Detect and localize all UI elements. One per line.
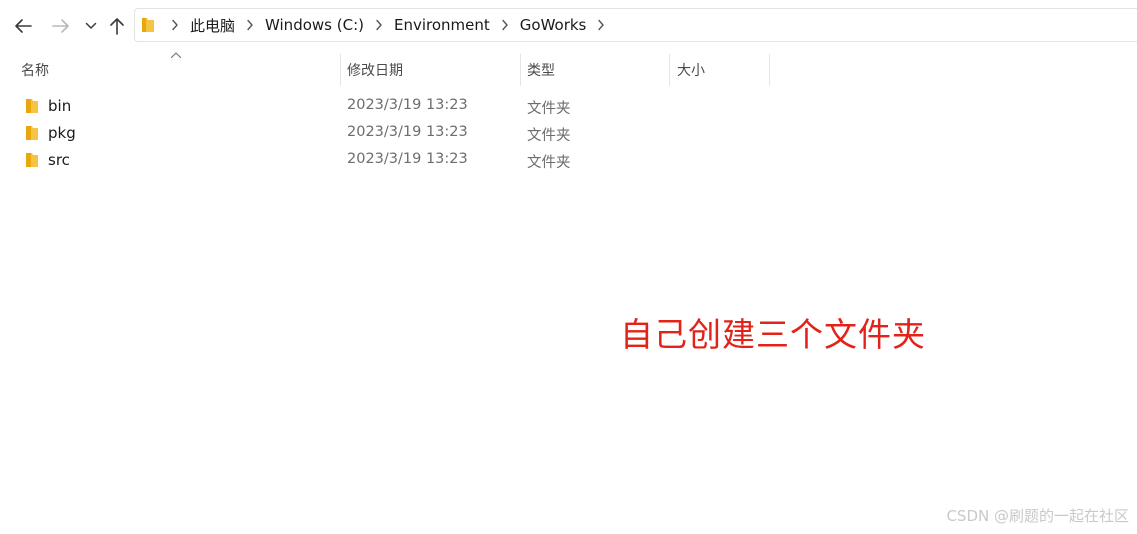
navigation-bar: 此电脑 Windows (C:) Environment GoWorks: [0, 0, 1137, 50]
address-bar[interactable]: 此电脑 Windows (C:) Environment GoWorks: [134, 8, 1137, 42]
folder-icon: [26, 99, 38, 113]
recent-locations-button[interactable]: [80, 12, 102, 40]
watermark: CSDN @刷题的一起在社区: [946, 507, 1129, 525]
breadcrumb-this-pc[interactable]: 此电脑: [188, 15, 237, 36]
file-list: bin 2023/3/19 13:23 文件夹 pkg 2023/3/19 13…: [0, 93, 1137, 174]
file-date-modified: 2023/3/19 13:23: [347, 97, 468, 113]
column-header-date-modified[interactable]: 修改日期: [340, 54, 520, 86]
chevron-right-icon[interactable]: [497, 17, 513, 33]
back-button[interactable]: [10, 12, 36, 40]
chevron-right-icon[interactable]: [593, 17, 609, 33]
file-row-pkg[interactable]: pkg 2023/3/19 13:23 文件夹: [0, 120, 800, 147]
chevron-right-icon[interactable]: [242, 17, 258, 33]
breadcrumb-drive-c[interactable]: Windows (C:): [263, 16, 366, 34]
arrow-up-icon: [110, 18, 124, 35]
file-name[interactable]: src: [48, 151, 70, 169]
breadcrumb-environment[interactable]: Environment: [392, 16, 492, 34]
up-button[interactable]: [104, 12, 130, 40]
file-name[interactable]: pkg: [48, 124, 76, 142]
file-row-src[interactable]: src 2023/3/19 13:23 文件夹: [0, 147, 800, 174]
file-row-bin[interactable]: bin 2023/3/19 13:23 文件夹: [0, 93, 800, 120]
column-divider[interactable]: [769, 54, 770, 86]
column-header-name[interactable]: 名称: [14, 54, 340, 86]
column-header-type[interactable]: 类型: [520, 54, 670, 86]
folder-icon: [141, 16, 155, 34]
forward-button[interactable]: [48, 12, 74, 40]
file-date-modified: 2023/3/19 13:23: [347, 124, 468, 140]
file-type: 文件夹: [527, 128, 571, 144]
column-header-size[interactable]: 大小: [670, 54, 770, 86]
folder-icon: [26, 126, 38, 140]
chevron-right-icon[interactable]: [371, 17, 387, 33]
chevron-right-icon[interactable]: [167, 17, 183, 33]
folder-icon: [26, 153, 38, 167]
file-date-modified: 2023/3/19 13:23: [347, 151, 468, 167]
arrow-right-icon: [52, 19, 69, 33]
file-type: 文件夹: [527, 101, 571, 117]
breadcrumb-goworks[interactable]: GoWorks: [518, 16, 589, 34]
file-type: 文件夹: [527, 155, 571, 171]
arrow-left-icon: [15, 19, 32, 33]
chevron-down-icon: [85, 22, 97, 29]
annotation-text: 自己创建三个文件夹: [620, 315, 926, 354]
file-name[interactable]: bin: [48, 97, 71, 115]
